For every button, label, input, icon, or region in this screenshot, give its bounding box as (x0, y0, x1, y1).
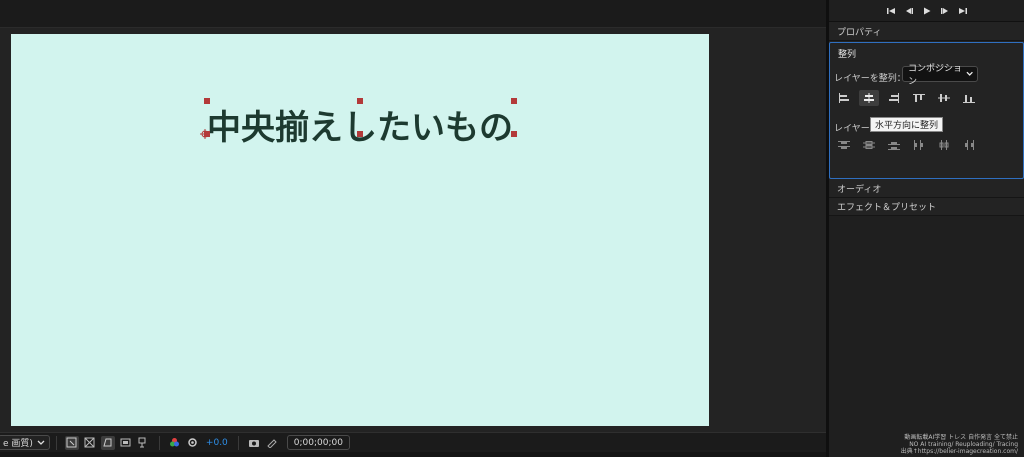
safe-zones-icon (120, 438, 131, 447)
camera-icon (248, 439, 259, 447)
last-frame-button[interactable] (958, 6, 968, 16)
exposure-value[interactable]: +0.0 (206, 438, 228, 448)
composition-area: 中央揃えしたいもの (0, 28, 826, 432)
previous-frame-icon (905, 7, 913, 14)
viewer-top-bar (0, 0, 826, 28)
show-snapshot-button[interactable] (265, 436, 279, 450)
align-to-value: コンポジション (908, 64, 963, 87)
distribute-buttons-row (834, 137, 984, 153)
align-horizontal-center-icon (864, 93, 874, 103)
transparency-grid-icon (84, 437, 95, 448)
current-time-field[interactable]: 0;00;00;00 (286, 435, 350, 450)
align-horizontal-center-button[interactable] (859, 90, 879, 106)
chevron-down-icon (37, 440, 45, 445)
first-frame-button[interactable] (886, 6, 896, 16)
selection-handle-bottom-center[interactable] (357, 131, 363, 137)
reset-exposure-button[interactable] (186, 436, 200, 450)
viewer-bottom-strip (0, 452, 826, 457)
effects-presets-panel-body (829, 216, 1024, 457)
color-channels-button[interactable] (168, 436, 182, 450)
resolution-value: e 画質) (3, 439, 33, 449)
viewer-toolbar: e 画質) +0.0 0;00;00;00 (0, 432, 826, 452)
effects-presets-panel-header[interactable]: エフェクト＆プリセット (829, 198, 1024, 216)
align-top-icon (913, 94, 925, 102)
distribute-left-icon (914, 140, 923, 150)
play-button[interactable] (922, 6, 932, 16)
selection-handle-top-left[interactable] (204, 98, 210, 104)
distribute-bottom-icon (888, 142, 900, 150)
selection-handle-top-center[interactable] (357, 98, 363, 104)
audio-panel-header[interactable]: オーディオ (829, 180, 1024, 198)
distribute-right-icon (965, 140, 974, 150)
composition-viewer: 中央揃えしたいもの e 画質) +0.0 0;00;00;00 (0, 0, 826, 457)
region-of-interest-button[interactable] (64, 435, 79, 450)
anchor-point-icon[interactable] (200, 129, 210, 139)
align-left-icon (839, 93, 849, 103)
exposure-icon (188, 438, 198, 447)
chevron-down-icon (966, 71, 973, 76)
align-left-button[interactable] (834, 90, 854, 106)
watermark-text: 動画転載AI学習 トレス 自作発言 全て禁止 NO AI training/ R… (900, 434, 1018, 455)
align-vertical-center-icon (938, 94, 950, 102)
selection-handle-top-right[interactable] (511, 98, 517, 104)
play-icon (923, 7, 930, 14)
align-vertical-center-button[interactable] (934, 90, 954, 106)
view-options-icon (138, 437, 146, 448)
selection-handle-bottom-right[interactable] (511, 131, 517, 137)
last-frame-icon (958, 7, 967, 14)
distribute-right-button[interactable] (959, 137, 979, 153)
align-top-button[interactable] (909, 90, 929, 106)
3d-view-button[interactable] (137, 436, 151, 450)
rgb-channels-icon (170, 438, 180, 447)
distribute-bottom-button[interactable] (884, 137, 904, 153)
align-right-button[interactable] (884, 90, 904, 106)
region-of-interest-icon (66, 437, 77, 448)
distribute-top-button[interactable] (834, 137, 854, 153)
align-to-dropdown[interactable]: コンポジション (902, 64, 978, 87)
previous-frame-button[interactable] (904, 6, 914, 16)
preview-transport-controls (829, 0, 1024, 22)
first-frame-icon (886, 7, 895, 14)
composition-canvas[interactable]: 中央揃えしたいもの (11, 34, 709, 426)
distribute-horizontal-center-button[interactable] (934, 137, 954, 153)
next-frame-button[interactable] (940, 6, 950, 16)
text-layer[interactable]: 中央揃えしたいもの (207, 100, 513, 149)
properties-panel-header[interactable]: プロパティ (829, 23, 1024, 41)
align-panel: 整列 レイヤーを整列： コンポジション レイヤーを配 水平方向に整列 (829, 42, 1024, 179)
distribute-left-button[interactable] (909, 137, 929, 153)
snapshot-button[interactable] (247, 436, 261, 450)
align-bottom-icon (963, 95, 975, 103)
align-panel-title[interactable]: 整列 (838, 47, 856, 60)
tooltip: 水平方向に整列 (870, 117, 944, 132)
resolution-dropdown[interactable]: e 画質) (0, 435, 50, 450)
toolbar-separator (237, 435, 239, 450)
mask-path-icon (103, 438, 112, 447)
right-panel: プロパティ 整列 レイヤーを整列： コンポジション レイヤーを配 水平方向に整列… (829, 0, 1024, 457)
distribute-vertical-center-icon (863, 141, 875, 149)
align-layers-label: レイヤーを整列： (834, 74, 906, 84)
align-right-icon (889, 93, 899, 103)
toolbar-separator (55, 435, 57, 450)
align-bottom-button[interactable] (959, 90, 979, 106)
next-frame-icon (940, 7, 948, 14)
align-buttons-row (834, 90, 984, 106)
distribute-horizontal-center-icon (939, 140, 949, 150)
distribute-vertical-center-button[interactable] (859, 137, 879, 153)
safe-zones-button[interactable] (119, 436, 133, 450)
mask-path-button[interactable] (100, 435, 115, 450)
toolbar-separator (158, 435, 160, 450)
show-snapshot-icon (267, 438, 277, 448)
transparency-grid-button[interactable] (83, 436, 97, 450)
distribute-top-icon (838, 141, 850, 149)
